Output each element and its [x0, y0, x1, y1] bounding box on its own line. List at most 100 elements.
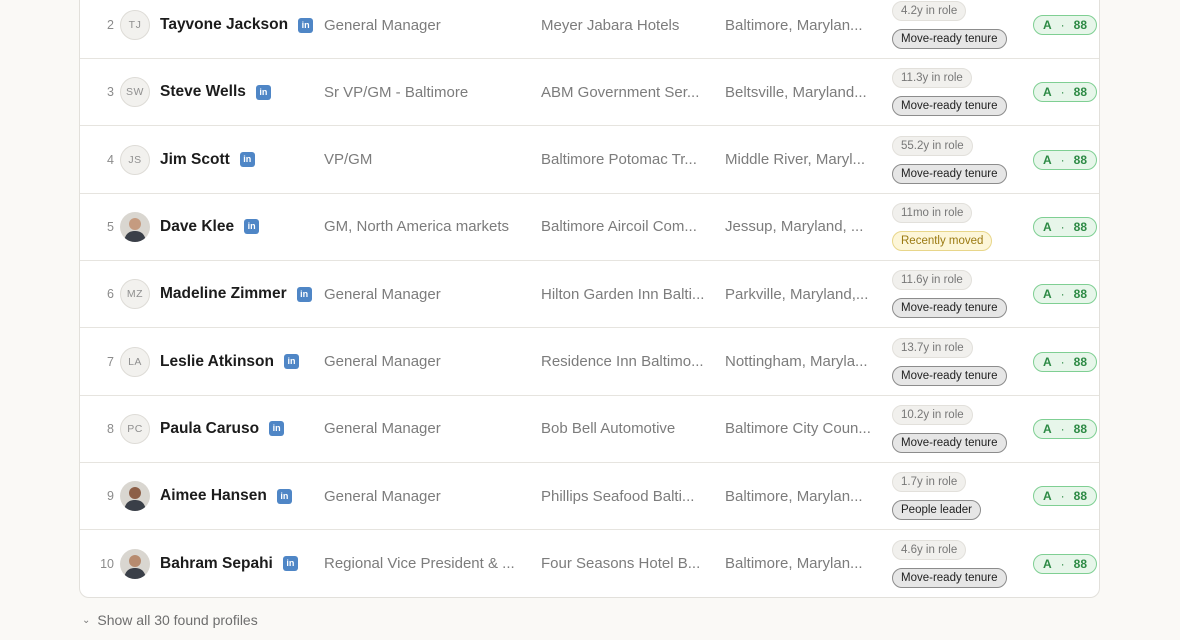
table-row[interactable]: 8 PC Paula Caruso in General Manager Bob…: [80, 396, 1099, 463]
score-cell: A · 88: [1033, 396, 1099, 462]
location: Baltimore, Marylan...: [725, 487, 863, 505]
score-badge[interactable]: A · 88: [1033, 351, 1098, 372]
job-title: Regional Vice President & ...: [324, 555, 515, 573]
tenure-chip: 55.2y in role: [892, 135, 973, 156]
grade-label: A: [1043, 421, 1052, 436]
profile-photo: [120, 211, 150, 242]
score-badge[interactable]: A · 88: [1033, 216, 1098, 237]
score-badge[interactable]: A · 88: [1033, 284, 1098, 305]
tenure-chip: 4.6y in role: [892, 539, 967, 560]
chevron-down-icon: ⌄: [82, 614, 91, 626]
table-row[interactable]: 10 Bahram Sepahi in Regional Vice Presid…: [80, 530, 1099, 597]
score-cell: A · 88: [1033, 530, 1099, 597]
person-name[interactable]: Bahram Sepahi: [160, 555, 273, 573]
row-rank: 6: [107, 287, 114, 302]
job-title: General Manager: [324, 487, 441, 505]
tenure-chip: 11mo in role: [892, 202, 973, 223]
score-separator: ·: [1060, 556, 1065, 571]
job-title: GM, North America markets: [324, 218, 510, 236]
person-name[interactable]: Steve Wells: [160, 83, 246, 101]
show-all-profiles-button[interactable]: ⌄ Show all 30 found profiles: [82, 612, 258, 628]
tags-cell: 1.7y in role People leader: [892, 463, 1027, 529]
table-row[interactable]: 7 LA Leslie Atkinson in General Manager …: [80, 329, 1099, 396]
score-separator: ·: [1060, 152, 1065, 167]
score-value: 88: [1073, 421, 1088, 436]
grade-label: A: [1043, 354, 1052, 369]
name-cell: Dave Klee in: [160, 194, 320, 260]
profile-photo: [120, 548, 150, 579]
linkedin-icon[interactable]: in: [276, 488, 292, 504]
score-badge[interactable]: A · 88: [1033, 418, 1098, 439]
score-cell: A · 88: [1033, 463, 1099, 529]
row-rank: 8: [107, 421, 114, 436]
score-separator: ·: [1060, 354, 1065, 369]
company-name: Baltimore Aircoil Com...: [541, 218, 697, 236]
company-name: Residence Inn Baltimo...: [541, 353, 704, 370]
score-badge[interactable]: A · 88: [1033, 486, 1098, 507]
avatar: JS: [120, 144, 150, 175]
location: Parkville, Maryland,...: [725, 285, 869, 303]
linkedin-icon[interactable]: in: [244, 219, 260, 235]
tags-cell: 55.2y in role Move-ready tenure: [892, 127, 1027, 193]
linkedin-icon[interactable]: in: [296, 286, 312, 302]
person-name[interactable]: Paula Caruso: [160, 420, 259, 438]
linkedin-icon[interactable]: in: [283, 354, 299, 369]
location: Jessup, Maryland, ...: [725, 218, 864, 236]
tenure-chip: 1.7y in role: [892, 472, 967, 493]
tags-cell: 10.2y in role Move-ready tenure: [892, 396, 1027, 462]
table-row[interactable]: 9 Aimee Hansen in General Manager Philli…: [80, 463, 1099, 531]
linkedin-icon[interactable]: in: [298, 17, 314, 33]
name-cell: Aimee Hansen in: [160, 463, 320, 529]
person-name[interactable]: Dave Klee: [160, 218, 234, 236]
tenure-chip: 11.3y in role: [892, 68, 972, 89]
status-chip: Move-ready tenure: [892, 298, 1007, 319]
person-name[interactable]: Madeline Zimmer: [160, 285, 287, 303]
status-chip: Move-ready tenure: [892, 567, 1007, 588]
status-chip: Move-ready tenure: [892, 365, 1007, 386]
score-value: 88: [1073, 219, 1088, 234]
tenure-chip: 4.2y in role: [892, 1, 967, 21]
score-separator: ·: [1060, 421, 1065, 436]
tags-cell: 4.2y in role Move-ready tenure: [892, 0, 1027, 58]
score-badge[interactable]: A · 88: [1033, 15, 1098, 35]
status-chip: Recently moved: [892, 230, 993, 251]
table-row[interactable]: 2 TJ Tayvone Jackson in General Manager …: [80, 0, 1099, 59]
linkedin-icon[interactable]: in: [269, 421, 285, 437]
tenure-chip: 13.7y in role: [892, 337, 973, 358]
table-row[interactable]: 4 JS Jim Scott in VP/GM Baltimore Potoma…: [80, 127, 1099, 194]
company-name: Phillips Seafood Balti...: [541, 487, 695, 505]
score-cell: A · 88: [1033, 261, 1099, 327]
person-name[interactable]: Tayvone Jackson: [160, 16, 288, 34]
table-row[interactable]: 6 MZ Madeline Zimmer in General Manager …: [80, 261, 1099, 329]
company-name: Four Seasons Hotel B...: [541, 555, 701, 573]
job-title: General Manager: [324, 420, 441, 438]
job-title: Sr VP/GM - Baltimore: [324, 83, 469, 101]
row-rank: 5: [107, 219, 114, 234]
score-separator: ·: [1060, 85, 1065, 100]
name-cell: Steve Wells in: [160, 59, 320, 125]
score-badge[interactable]: A · 88: [1033, 82, 1098, 103]
linkedin-icon[interactable]: in: [239, 152, 255, 168]
status-chip: People leader: [892, 500, 981, 521]
person-name[interactable]: Aimee Hansen: [160, 487, 267, 505]
row-rank: 3: [107, 85, 114, 100]
company-name: ABM Government Ser...: [541, 83, 700, 101]
score-badge[interactable]: A · 88: [1033, 149, 1098, 170]
avatar: [120, 211, 150, 242]
avatar: LA: [120, 346, 150, 377]
linkedin-icon[interactable]: in: [282, 556, 298, 572]
job-title: General Manager: [324, 285, 441, 303]
person-name[interactable]: Jim Scott: [160, 151, 230, 169]
table-row[interactable]: 5 Dave Klee in GM, North America markets…: [80, 194, 1099, 261]
profile-photo: [120, 481, 150, 512]
score-badge[interactable]: A · 88: [1033, 553, 1098, 574]
location: Baltimore, Marylan...: [725, 16, 863, 34]
table-row[interactable]: 3 SW Steve Wells in Sr VP/GM - Baltimore…: [80, 59, 1099, 127]
results-table: 2 TJ Tayvone Jackson in General Manager …: [79, 0, 1100, 598]
tenure-chip: 10.2y in role: [892, 404, 973, 425]
linkedin-icon[interactable]: in: [255, 84, 271, 100]
status-chip: Move-ready tenure: [892, 432, 1007, 453]
location: Baltimore City Coun...: [725, 420, 871, 438]
tags-cell: 11.6y in role Move-ready tenure: [892, 261, 1027, 327]
person-name[interactable]: Leslie Atkinson: [160, 353, 274, 371]
